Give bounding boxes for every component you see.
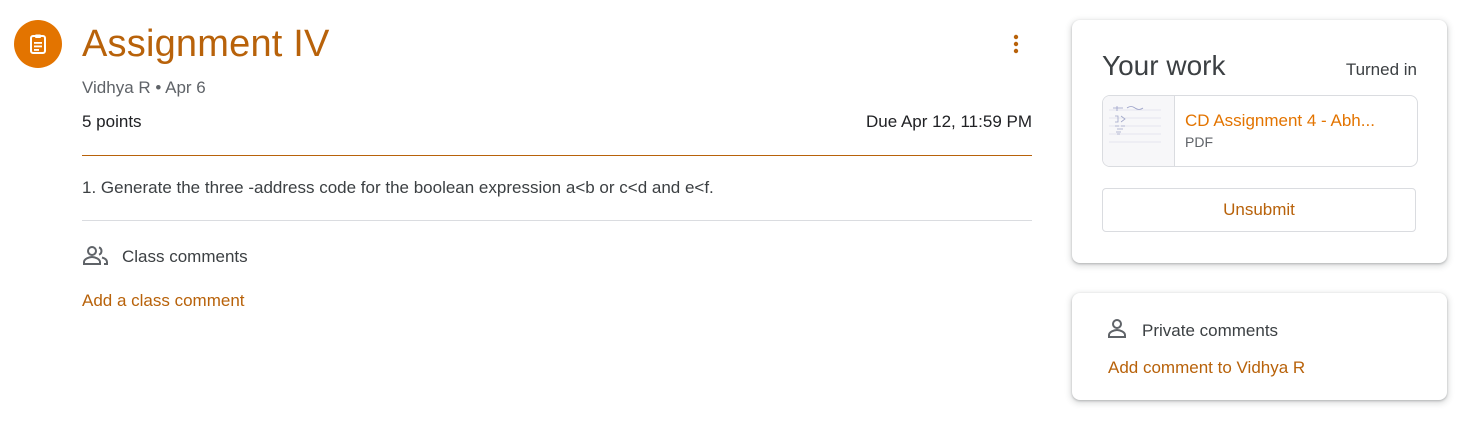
attachment-card[interactable]: CD Assignment 4 - Abh... PDF bbox=[1102, 95, 1418, 167]
person-icon bbox=[1106, 317, 1128, 344]
private-comments-card: Private comments Add comment to Vidhya R bbox=[1072, 293, 1447, 400]
assignment-main: Assignment IV Vidhya R • Apr 6 5 points … bbox=[82, 18, 1032, 313]
due-date: Due Apr 12, 11:59 PM bbox=[865, 112, 1032, 131]
more-options-button[interactable] bbox=[998, 28, 1034, 64]
attachment-type: PDF bbox=[1185, 134, 1213, 150]
author-date: Vidhya R • Apr 6 bbox=[82, 78, 206, 97]
your-work-card: Your work Turned in CD Assignment 4 - Ab… bbox=[1072, 20, 1447, 263]
private-comments-header: Private comments bbox=[1106, 317, 1278, 344]
people-icon bbox=[82, 243, 110, 272]
submission-status: Turned in bbox=[1345, 60, 1417, 79]
class-comments-header: Class comments bbox=[82, 243, 1032, 271]
add-class-comment-link[interactable]: Add a class comment bbox=[82, 289, 245, 313]
header-divider bbox=[82, 155, 1032, 156]
pdf-thumbnail bbox=[1103, 96, 1175, 166]
more-vert-icon bbox=[1013, 34, 1019, 59]
private-comments-label: Private comments bbox=[1142, 320, 1279, 340]
assignment-icon bbox=[14, 20, 62, 68]
points-label: 5 points bbox=[82, 112, 142, 131]
unsubmit-button[interactable]: Unsubmit bbox=[1102, 188, 1416, 232]
assignment-description: 1. Generate the three -address code for … bbox=[82, 178, 714, 197]
attachment-info: CD Assignment 4 - Abh... PDF bbox=[1175, 96, 1417, 166]
add-private-comment-link[interactable]: Add comment to Vidhya R bbox=[1108, 358, 1305, 378]
description-divider bbox=[82, 220, 1032, 221]
your-work-header: Your work Turned in bbox=[1102, 50, 1417, 82]
your-work-title: Your work bbox=[1102, 50, 1226, 81]
class-comments-label: Class comments bbox=[122, 247, 248, 266]
points-row: 5 points Due Apr 12, 11:59 PM bbox=[82, 110, 1032, 134]
assignment-title: Assignment IV bbox=[82, 23, 330, 65]
attachment-name: CD Assignment 4 - Abh... bbox=[1185, 111, 1375, 130]
